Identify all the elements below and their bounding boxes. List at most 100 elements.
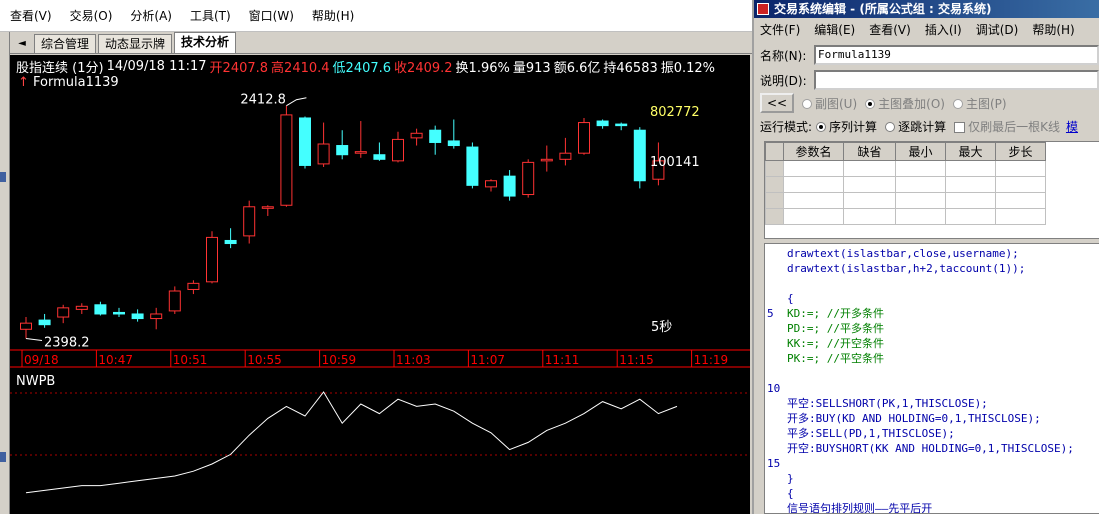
menu-trade[interactable]: 交易(O) [70,7,113,24]
menu-help[interactable]: 帮助(H) [312,7,354,24]
candle-body [299,117,311,166]
parameter-cell[interactable] [995,176,1046,193]
run-mode-tick[interactable]: 逐跳计算 [885,118,946,135]
parameter-cell[interactable] [895,176,946,193]
overflow-link[interactable]: 模 [1066,118,1078,135]
option-sub-chart[interactable]: 副图(U) [802,95,857,112]
parameter-cell[interactable] [945,208,996,225]
run-mode-series-label: 序列计算 [829,119,878,134]
code-line[interactable]: 平多:SELL(PD,1,THISCLOSE); [765,426,1099,441]
parameter-cell[interactable] [995,208,1046,225]
candle-body [317,143,330,165]
high-marker-line [286,97,307,107]
editor-title-bar[interactable]: 交易系统编辑 - (所属公式组 : 交易系统) [754,0,1099,18]
parameter-row[interactable] [765,208,1046,225]
parameter-cell[interactable] [945,176,996,193]
code-line[interactable]: } [765,471,1099,486]
menu-view[interactable]: 查看(V) [10,7,52,24]
col-param-name[interactable]: 参数名 [783,142,844,161]
menu-tools[interactable]: 工具(T) [190,7,231,24]
parameter-cell[interactable] [783,208,844,225]
tab-quote-board[interactable]: 动态显示牌 [98,34,173,53]
time-axis-label: 11:03 [396,353,431,367]
parameter-row-header[interactable] [765,192,784,209]
option-main-chart[interactable]: 主图(P) [952,95,1007,112]
code-line[interactable]: 开多:BUY(KD AND HOLDING=0,1,THISCLOSE); [765,411,1099,426]
editor-menu-debug[interactable]: 调试(D) [976,21,1019,38]
parameter-row[interactable] [765,160,1046,177]
code-line[interactable] [765,276,1099,291]
line-number: 5 [767,307,774,320]
editor-menu-help[interactable]: 帮助(H) [1032,21,1074,38]
code-line[interactable]: KK:=; //开空条件 [765,336,1099,351]
col-min[interactable]: 最小 [895,142,946,161]
candle-body [261,206,274,209]
candle-body [75,305,88,310]
parameter-cell[interactable] [945,160,996,177]
parameter-cell[interactable] [783,192,844,209]
parameter-row-header[interactable] [765,160,784,177]
candle-body [38,319,51,326]
col-default[interactable]: 缺省 [843,142,896,161]
code-line[interactable]: 15 [765,456,1099,471]
run-mode-series[interactable]: 序列计算 [816,118,877,135]
code-line[interactable]: drawtext(islastbar,h+2,taccount(1)); [765,261,1099,276]
parameter-row[interactable] [765,192,1046,209]
code-text: 开多:BUY(KD AND HOLDING=0,1,THISCLOSE); [787,412,1041,425]
code-line[interactable]: 10 [765,381,1099,396]
editor-menu-edit[interactable]: 编辑(E) [814,21,855,38]
description-input[interactable] [814,70,1099,90]
parameter-grid[interactable]: 参数名 缺省 最小 最大 步长 [764,141,1099,239]
parameter-cell[interactable] [995,192,1046,209]
code-line[interactable]: 开空:BUYSHORT(KK AND HOLDING=0,1,THISCLOSE… [765,441,1099,456]
open-interest-value: 持46583 [603,60,658,76]
tab-technical-analysis[interactable]: 技术分析 [174,32,237,53]
parameter-cell[interactable] [895,160,946,177]
tab-scroll-left-icon[interactable]: ◄ [14,35,30,53]
code-line[interactable]: 平空:SELLSHORT(PK,1,THISCLOSE); [765,396,1099,411]
menu-window[interactable]: 窗口(W) [249,7,294,24]
chart-area[interactable]: 2412.8 2398.2 802772 100141 5秒 09/18 10:47 10:5… [10,55,750,514]
parameter-cell[interactable] [895,192,946,209]
code-line[interactable]: PK:=; //平空条件 [765,351,1099,366]
parameter-row-header[interactable] [765,208,784,225]
code-line[interactable]: 信号语句排列规则——先平后开 [765,501,1099,513]
parameter-cell[interactable] [843,160,896,177]
candle-body [410,132,423,139]
collapse-button[interactable]: << [760,93,794,113]
parameter-row[interactable] [765,176,1046,193]
price-chart[interactable]: 2412.8 2398.2 802772 100141 5秒 09/18 10:47 10:5… [10,55,750,514]
checkbox-icon [954,121,966,133]
editor-menu-insert[interactable]: 插入(I) [925,21,962,38]
parameter-cell[interactable] [945,192,996,209]
tab-overview[interactable]: 综合管理 [34,34,97,53]
parameter-row-header[interactable] [765,176,784,193]
option-main-overlay[interactable]: 主图叠加(O) [865,95,945,112]
col-max[interactable]: 最大 [945,142,996,161]
time-axis-label: 11:07 [470,353,505,367]
high-value: 高2410.4 [271,60,330,76]
parameter-cell[interactable] [843,176,896,193]
code-line[interactable]: 5 KD:=; //开多条件 [765,306,1099,321]
code-line[interactable]: { [765,291,1099,306]
menu-analysis[interactable]: 分析(A) [130,7,172,24]
parameter-body [765,160,1046,225]
code-line[interactable]: PD:=; //平多条件 [765,321,1099,336]
candle-body [596,120,609,127]
parameter-cell[interactable] [895,208,946,225]
parameter-cell[interactable] [783,160,844,177]
editor-menu-view[interactable]: 查看(V) [869,21,911,38]
parameter-cell[interactable] [783,176,844,193]
last-bar-only-checkbox[interactable]: 仅刷最后一根K线 [954,118,1060,135]
code-text: drawtext(islastbar,close,username); [787,247,1019,260]
code-line[interactable]: { [765,486,1099,501]
col-step[interactable]: 步长 [995,142,1046,161]
editor-menu-file[interactable]: 文件(F) [760,21,800,38]
parameter-cell[interactable] [843,192,896,209]
code-editor[interactable]: drawtext(islastbar,close,username); drawt… [764,243,1099,514]
name-input[interactable]: Formula1139 [814,45,1099,65]
parameter-cell[interactable] [995,160,1046,177]
code-line[interactable]: drawtext(islastbar,close,username); [765,246,1099,261]
code-line[interactable] [765,366,1099,381]
parameter-cell[interactable] [843,208,896,225]
